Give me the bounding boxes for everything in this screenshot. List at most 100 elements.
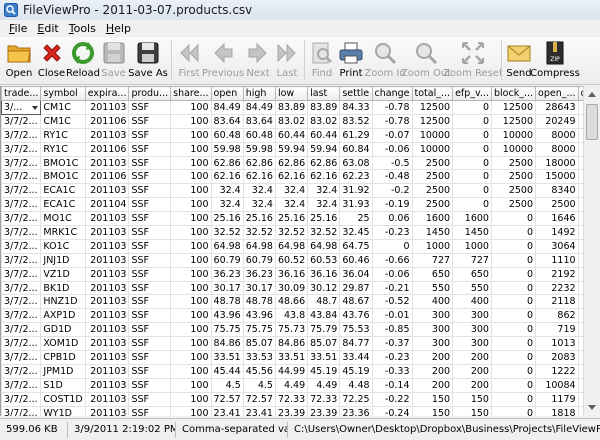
table-cell[interactable]: SSF [128,322,172,338]
table-cell[interactable]: 75.75 [210,322,244,338]
table-cell[interactable]: 201104 [84,197,130,213]
table-cell[interactable]: 727 [411,252,454,268]
table-cell[interactable]: BMO1C [40,169,86,185]
column-header[interactable]: low [274,86,309,101]
table-cell[interactable]: 100 [170,377,212,393]
table-cell[interactable]: 2500 [411,155,454,171]
table-cell[interactable]: SSF [128,113,172,129]
table-cell[interactable]: MO1C [40,211,86,227]
table-cell[interactable]: 83.64 [242,113,276,129]
table-row[interactable]: 3/7/2... CPB1D 201103 SSF 100 33.51 33.53 33.51… [1,350,583,365]
table-row[interactable]: 3/7/2... GD1D 201103 SSF 100 75.75 75.75 75.73 7… [1,322,583,338]
table-cell[interactable]: 0 [490,322,537,338]
table-cell[interactable]: 8340 [535,183,579,199]
table-cell[interactable]: 862 [535,308,579,324]
menu-edit[interactable]: Edit [32,22,63,35]
table-cell[interactable]: WY1D [40,405,86,416]
table-cell[interactable]: 18000 [535,155,579,171]
table-cell[interactable]: 62.16 [242,169,276,185]
table-cell[interactable]: 300 [452,322,492,338]
table-cell[interactable]: 83.02 [307,113,341,129]
table-cell[interactable]: 30.17 [210,280,244,296]
table-cell[interactable]: 59.94 [307,141,341,157]
table-cell[interactable]: 48.67 [339,294,373,310]
table-cell[interactable]: 48.7 [307,294,341,310]
table-cell[interactable]: 36.16 [307,266,341,282]
table-cell[interactable]: 2232 [535,280,579,296]
column-header[interactable]: open [210,86,244,101]
table-row[interactable]: 3/7/2... XOM1D 201103 SSF 100 84.86 85.07 84.86… [1,336,583,352]
table-cell[interactable]: 100 [170,363,212,379]
menu-help[interactable]: Help [101,22,136,35]
table-cell[interactable]: 201103 [84,363,130,379]
table-cell[interactable]: 3/7/2... [1,238,42,254]
table-cell[interactable]: 32.52 [307,225,341,240]
table-cell[interactable]: 2500 [411,169,454,185]
table-cell[interactable]: 45.56 [242,363,276,379]
table-row[interactable]: 3/7/2... BMO1C 201103 SSF 100 62.86 62.86 62.86… [1,155,583,171]
first-button[interactable]: First [175,37,203,83]
table-cell[interactable]: 75.73 [274,322,309,338]
table-cell[interactable]: 45.19 [307,363,341,379]
column-header[interactable]: efp_v... [452,86,492,101]
table-cell[interactable]: 0 [490,350,537,365]
table-cell[interactable]: 60.53 [307,252,341,268]
table-cell[interactable]: -0.78 [371,113,413,129]
table-cell[interactable]: 201103 [84,252,130,268]
table-cell[interactable]: 100 [170,211,212,227]
table-cell[interactable]: 72.57 [242,391,276,407]
table-cell[interactable]: 59.94 [274,141,309,157]
table-cell[interactable]: SSF [128,294,172,310]
table-cell[interactable]: 2500 [411,197,454,213]
column-header[interactable]: high [242,86,276,101]
table-cell[interactable]: 44.99 [274,363,309,379]
table-cell[interactable]: 201103 [84,336,130,352]
table-cell[interactable]: 20249 [535,113,579,129]
table-cell[interactable]: BK1D [40,280,86,296]
table-cell[interactable]: 72.25 [339,391,373,407]
table-row[interactable]: 3/7/2... AXP1D 201103 SSF 100 43.96 43.96 43.8 4… [1,308,583,324]
table-cell[interactable]: 60.84 [339,141,373,157]
table-cell[interactable]: -0.66 [371,252,413,268]
table-cell[interactable]: 0 [490,211,537,227]
table-cell[interactable]: 32.4 [307,183,341,199]
table-cell[interactable]: SSF [128,336,172,352]
table-cell[interactable]: 100 [170,280,212,296]
table-cell[interactable]: 300 [411,308,454,324]
table-cell[interactable]: -0.21 [371,280,413,296]
table-cell[interactable]: 64.75 [339,238,373,254]
table-cell[interactable]: 3/7/2... [1,377,42,393]
table-cell[interactable]: 23.41 [242,405,276,416]
table-cell[interactable]: VZ1D [40,266,86,282]
table-cell[interactable]: SSF [128,100,172,115]
table-cell[interactable]: 33.53 [242,350,276,365]
table-cell[interactable]: 45.19 [339,363,373,379]
table-cell[interactable]: AXP1D [40,308,86,324]
table-cell[interactable]: 300 [411,322,454,338]
table-cell[interactable]: 201103 [84,294,130,310]
table-cell[interactable]: 3/7/2... [1,322,42,338]
table-cell[interactable]: 3/7/2... [1,294,42,310]
table-cell[interactable]: 8000 [535,127,579,143]
table-cell[interactable]: SSF [128,252,172,268]
table-cell[interactable]: 719 [535,322,579,338]
table-cell[interactable]: 12500 [411,100,454,115]
next-button[interactable]: Next [243,37,273,83]
table-cell[interactable]: S1D [40,377,86,393]
table-cell[interactable]: SSF [128,155,172,171]
table-cell[interactable]: 1000 [411,238,454,254]
table-cell[interactable]: 25.16 [307,211,341,227]
table-cell[interactable]: 3/7/2... [1,113,42,129]
table-cell[interactable]: 1013 [535,336,579,352]
table-cell[interactable]: 3/7/2... [1,391,42,407]
table-cell[interactable]: 84.33 [339,100,373,115]
zoom-in-button[interactable]: Zoom In [364,37,406,83]
table-row[interactable]: 3/... CM1C 201103 SSF 100 84.49 84.49 83.89 83.8… [1,100,583,115]
table-cell[interactable]: 84.49 [210,100,244,115]
table-cell[interactable]: 75.75 [242,322,276,338]
column-header[interactable]: share... [170,86,212,101]
table-cell[interactable]: 15000 [535,169,579,185]
table-cell[interactable]: 150 [452,391,492,407]
table-cell[interactable]: 0.06 [371,211,413,227]
table-cell[interactable]: SSF [128,197,172,213]
